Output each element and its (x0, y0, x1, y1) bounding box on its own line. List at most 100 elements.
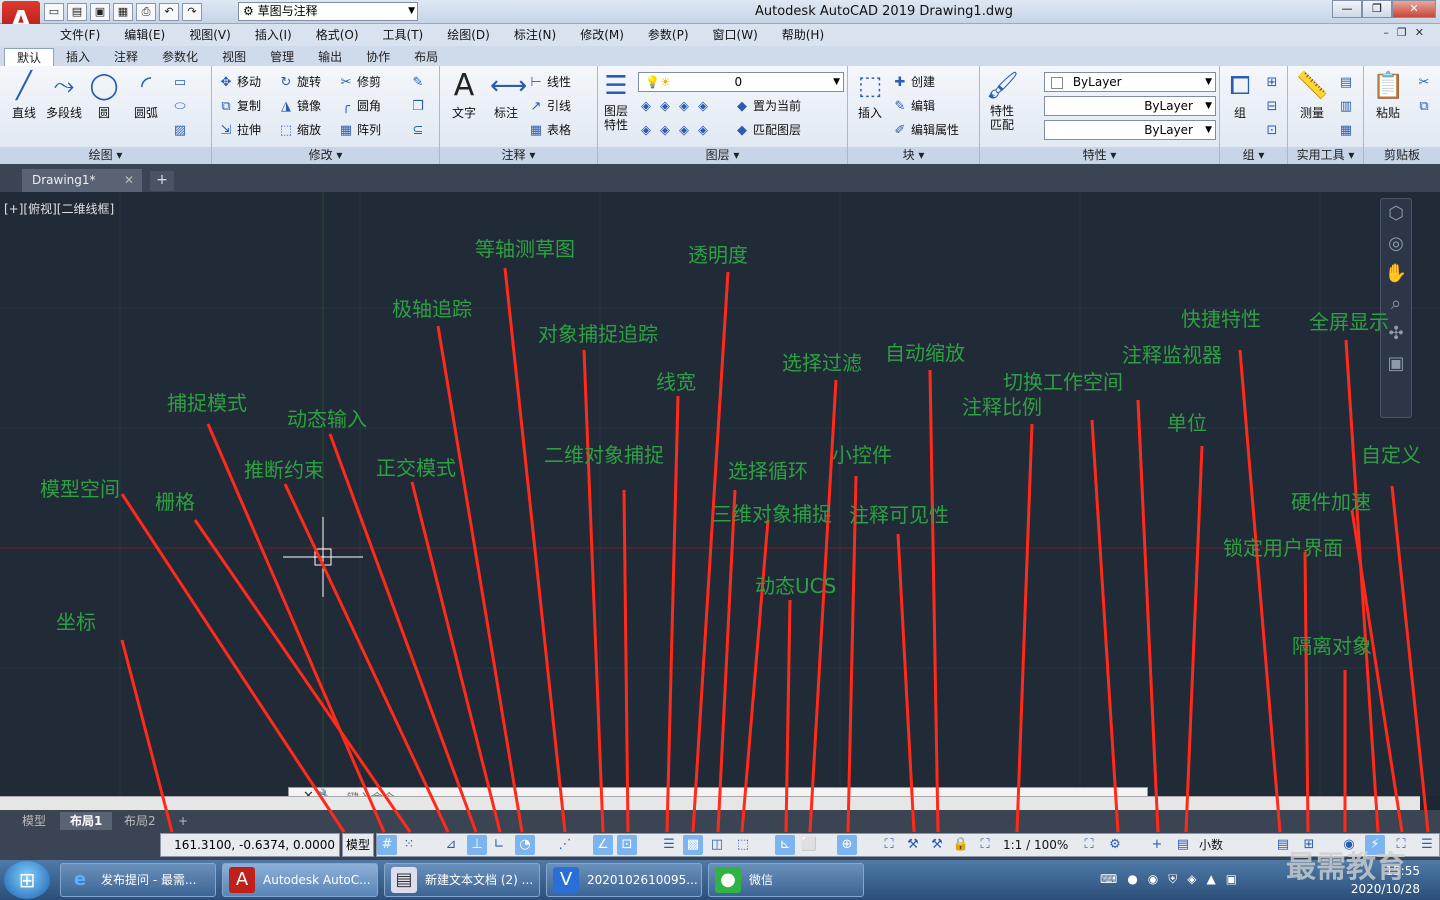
erase-icon[interactable]: ✎ (410, 72, 429, 92)
edit-attributes-button[interactable]: ✐ 编辑属性 (892, 120, 959, 140)
group-button[interactable]: ⧠ 组 (1220, 70, 1260, 121)
minimize-icon[interactable]: — (1332, 0, 1362, 18)
coordinates-display[interactable]: 161.3100, -0.6374, 0.0000 (160, 833, 340, 857)
steering-wheel-icon[interactable]: ◎ (1381, 229, 1411, 259)
object-snap-2d-icon[interactable]: ⊡ (617, 835, 637, 855)
lineweight-select[interactable]: ByLayer ▼ (1044, 120, 1216, 140)
add-layout-button[interactable]: + (168, 812, 198, 830)
lock-icon[interactable]: 🔒 (951, 835, 971, 855)
units-icon[interactable]: ▤ (1173, 835, 1193, 855)
save-as-icon[interactable]: ▦ (113, 3, 133, 21)
gizmo-icon[interactable]: ⊕ (837, 835, 857, 855)
menu-tools[interactable]: 工具(T) (371, 24, 436, 46)
copy-clip-icon[interactable]: ⧉ (1416, 96, 1435, 116)
transparency-icon[interactable]: ▩ (683, 835, 703, 855)
selection-cycling-icon[interactable]: ◫ (707, 835, 727, 855)
annotation-monitor-icon[interactable]: ⛶ (1079, 835, 1099, 855)
layer-properties-button[interactable]: ☰ 图层特性 (598, 70, 634, 132)
hatch-icon[interactable]: ▨ (172, 120, 191, 140)
menu-help[interactable]: 帮助(H) (770, 24, 836, 46)
move-button[interactable]: ✥ 移动 (218, 72, 261, 92)
snap-mode-icon[interactable]: ⁙ (399, 835, 419, 855)
match-properties-button[interactable]: 🖌 特性匹配 (982, 70, 1022, 132)
model-space-button[interactable]: 模型 (342, 833, 374, 857)
layers-panel-title[interactable]: 图层 ▾ (598, 147, 847, 164)
layer-tools-row1[interactable]: ◈ ◈ ◈ ◈ (638, 96, 714, 116)
ungroup-icon[interactable]: ⊞ (1264, 72, 1283, 92)
selection-filter-icon[interactable]: ⬜ (799, 835, 819, 855)
tab-annotate[interactable]: 注释 (102, 48, 150, 66)
tab-manage[interactable]: 管理 (258, 48, 306, 66)
menu-insert[interactable]: 插入(I) (243, 24, 304, 46)
taskbar-item-video[interactable]: V 2020102610095... (546, 863, 702, 897)
lineweight-icon[interactable]: ☰ (659, 835, 679, 855)
scale-button[interactable]: ⬚ 缩放 (278, 120, 321, 140)
measure-button[interactable]: 📏 测量 (1290, 70, 1334, 121)
properties-panel-title[interactable]: 特性 ▾ (980, 147, 1219, 164)
dimension-button[interactable]: ⟷ 标注 (484, 70, 528, 121)
stretch-button[interactable]: ⇲ 拉伸 (218, 120, 261, 140)
menu-view[interactable]: 视图(V) (177, 24, 243, 46)
plus-icon[interactable]: + (1147, 835, 1167, 855)
edit-block-button[interactable]: ✎ 编辑 (892, 96, 935, 116)
linetype-select[interactable]: ByLayer ▼ (1044, 96, 1216, 116)
rotate-button[interactable]: ↻ 旋转 (278, 72, 321, 92)
tab-insert[interactable]: 插入 (54, 48, 102, 66)
block-panel-title[interactable]: 块 ▾ (848, 147, 979, 164)
grid-icon[interactable]: # (377, 835, 397, 855)
customize-icon[interactable]: ☰ (1417, 835, 1437, 855)
menu-file[interactable]: 文件(F) (48, 24, 112, 46)
units-value[interactable]: 小数 (1199, 835, 1223, 855)
file-tab-drawing1[interactable]: Drawing1* ✕ (22, 169, 142, 192)
quick-select-icon[interactable]: ▥ (1338, 96, 1357, 116)
isometric-draft-icon[interactable]: ⋰ (555, 835, 575, 855)
linear-button[interactable]: ⊢ 线性 (528, 72, 571, 92)
layer-select[interactable]: 💡☀ 0 ▼ (638, 72, 844, 92)
save-icon[interactable]: ▣ (90, 3, 110, 21)
maximize-icon[interactable]: ❐ (1362, 0, 1392, 18)
menu-draw[interactable]: 绘图(D) (435, 24, 502, 46)
tab-default[interactable]: 默认 (4, 48, 55, 66)
group-select-icon[interactable]: ⊡ (1264, 120, 1283, 140)
workspace-select[interactable]: ⚙ 草图与注释 ▼ (238, 2, 418, 21)
open-folder-icon[interactable]: ▤ (67, 3, 87, 21)
object-snap-tracking-icon[interactable]: ∠ (593, 835, 613, 855)
ellipse-icon[interactable]: ⬭ (172, 96, 191, 116)
explode-icon[interactable]: ❒ (410, 96, 429, 116)
utilities-panel-title[interactable]: 实用工具 ▾ (1288, 147, 1363, 164)
tab-model[interactable]: 模型 (12, 812, 56, 830)
group-edit-icon[interactable]: ⊟ (1264, 96, 1283, 116)
infer-constraints-icon[interactable]: ⊿ (441, 835, 461, 855)
tray-icons[interactable]: ⌨●◉⛨◈▲▣ (1100, 872, 1247, 887)
rectangle-icon[interactable]: ▭ (172, 72, 191, 92)
close-icon[interactable]: ✕ (1392, 0, 1436, 18)
arc-button[interactable]: ◜ 圆弧 (124, 70, 168, 121)
tab-layout2[interactable]: 布局2 (114, 812, 166, 830)
viewport-scale-icon[interactable]: ⛶ (975, 835, 995, 855)
menu-modify[interactable]: 修改(M) (568, 24, 636, 46)
array-button[interactable]: ▦ 阵列 (338, 120, 381, 140)
object-snap-3d-icon[interactable]: ⬚ (733, 835, 753, 855)
line-button[interactable]: ╱ 直线 (2, 70, 46, 121)
color-select[interactable]: ByLayer ▼ (1044, 72, 1216, 92)
tab-output[interactable]: 输出 (306, 48, 354, 66)
annotation-scale-value[interactable]: 1:1 / 100% (1003, 835, 1068, 855)
id-point-icon[interactable]: ▦ (1338, 120, 1357, 140)
insert-block-button[interactable]: ⬚ 插入 (848, 70, 892, 121)
fillet-button[interactable]: ╭ 圆角 (338, 96, 381, 116)
annotation-panel-title[interactable]: 注释 ▾ (440, 147, 597, 164)
new-file-icon[interactable]: ▭ (44, 3, 64, 21)
set-current-button[interactable]: ◆ 置为当前 (734, 96, 801, 116)
tab-collaborate[interactable]: 协作 (354, 48, 402, 66)
menu-dimension[interactable]: 标注(N) (502, 24, 568, 46)
dynamic-input-icon[interactable]: ⊥ (467, 835, 487, 855)
close-icon[interactable]: ✕ (124, 169, 134, 191)
viewcube-icon[interactable]: ⬡ (1381, 199, 1411, 229)
menu-edit[interactable]: 编辑(E) (112, 24, 177, 46)
copy-button[interactable]: ⧉ 复制 (218, 96, 261, 116)
calculator-icon[interactable]: ▤ (1338, 72, 1357, 92)
menu-params[interactable]: 参数(P) (636, 24, 701, 46)
offset-icon[interactable]: ⊆ (410, 120, 429, 140)
taskbar-item-wechat[interactable]: ● 微信 (708, 863, 864, 897)
document-window-controls[interactable]: –❐✕ (1383, 26, 1432, 39)
